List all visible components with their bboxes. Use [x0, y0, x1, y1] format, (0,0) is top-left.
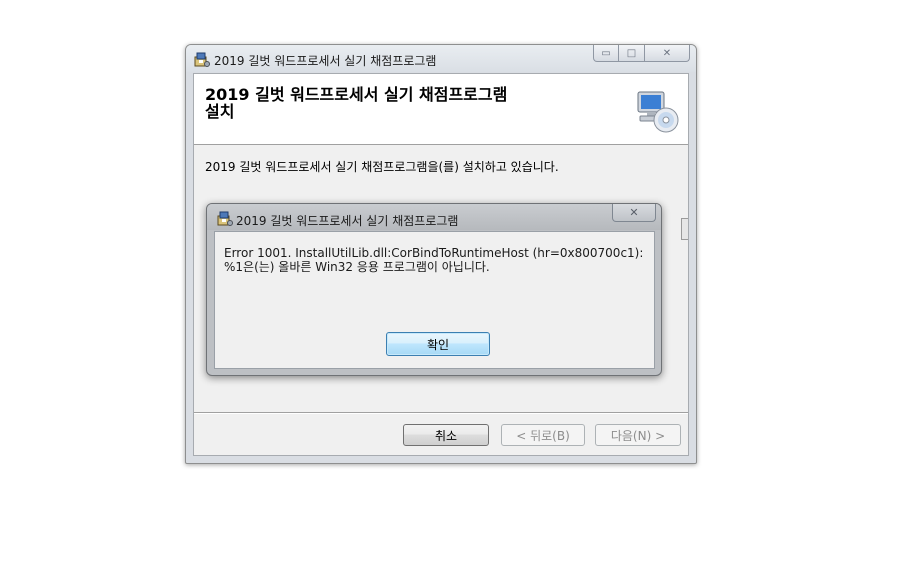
banner-title: 2019 길벗 워드프로세서 실기 채점프로그램 설치: [205, 86, 565, 120]
error-message: Error 1001. InstallUtilLib.dll:CorBindTo…: [224, 246, 644, 274]
back-button[interactable]: < 뒤로(B): [501, 424, 585, 446]
install-status-text: 2019 길벗 워드프로세서 실기 채점프로그램을(를) 설치하고 있습니다.: [205, 160, 559, 174]
window-controls: ▭ □ ✕: [593, 45, 690, 63]
error-dialog-body: Error 1001. InstallUtilLib.dll:CorBindTo…: [214, 231, 655, 369]
error-dialog-titlebar[interactable]: 2019 길벗 워드프로세서 실기 채점프로그램 ✕: [207, 204, 661, 230]
banner-title-line2: 설치: [205, 102, 235, 121]
installer-app-icon: [194, 52, 210, 67]
dialog-app-icon: [217, 211, 233, 226]
maximize-icon: □: [626, 47, 637, 59]
banner-title-line1: 2019 길벗 워드프로세서 실기 채점프로그램: [205, 85, 508, 104]
installer-titlebar[interactable]: 2019 길벗 워드프로세서 실기 채점프로그램 ▭ □ ✕: [186, 45, 696, 72]
minimize-icon: ▭: [601, 47, 611, 59]
installer-banner: 2019 길벗 워드프로세서 실기 채점프로그램 설치: [194, 74, 688, 145]
footer-divider: [194, 412, 688, 414]
error-dialog: 2019 길벗 워드프로세서 실기 채점프로그램 ✕ Error 1001. I…: [206, 203, 662, 376]
computer-cd-icon: [637, 91, 679, 133]
ok-button[interactable]: 확인: [386, 332, 490, 356]
cancel-button[interactable]: 취소: [403, 424, 489, 446]
progress-bar: [681, 218, 688, 240]
installer-window-title: 2019 길벗 워드프로세서 실기 채점프로그램: [214, 54, 437, 68]
maximize-button[interactable]: □: [619, 45, 645, 62]
next-button[interactable]: 다음(N) >: [595, 424, 681, 446]
minimize-button[interactable]: ▭: [593, 45, 619, 62]
close-button[interactable]: ✕: [645, 45, 690, 62]
error-dialog-title: 2019 길벗 워드프로세서 실기 채점프로그램: [236, 214, 459, 228]
close-icon: ✕: [629, 206, 639, 219]
close-icon: ✕: [662, 47, 672, 59]
dialog-close-button[interactable]: ✕: [612, 204, 656, 222]
